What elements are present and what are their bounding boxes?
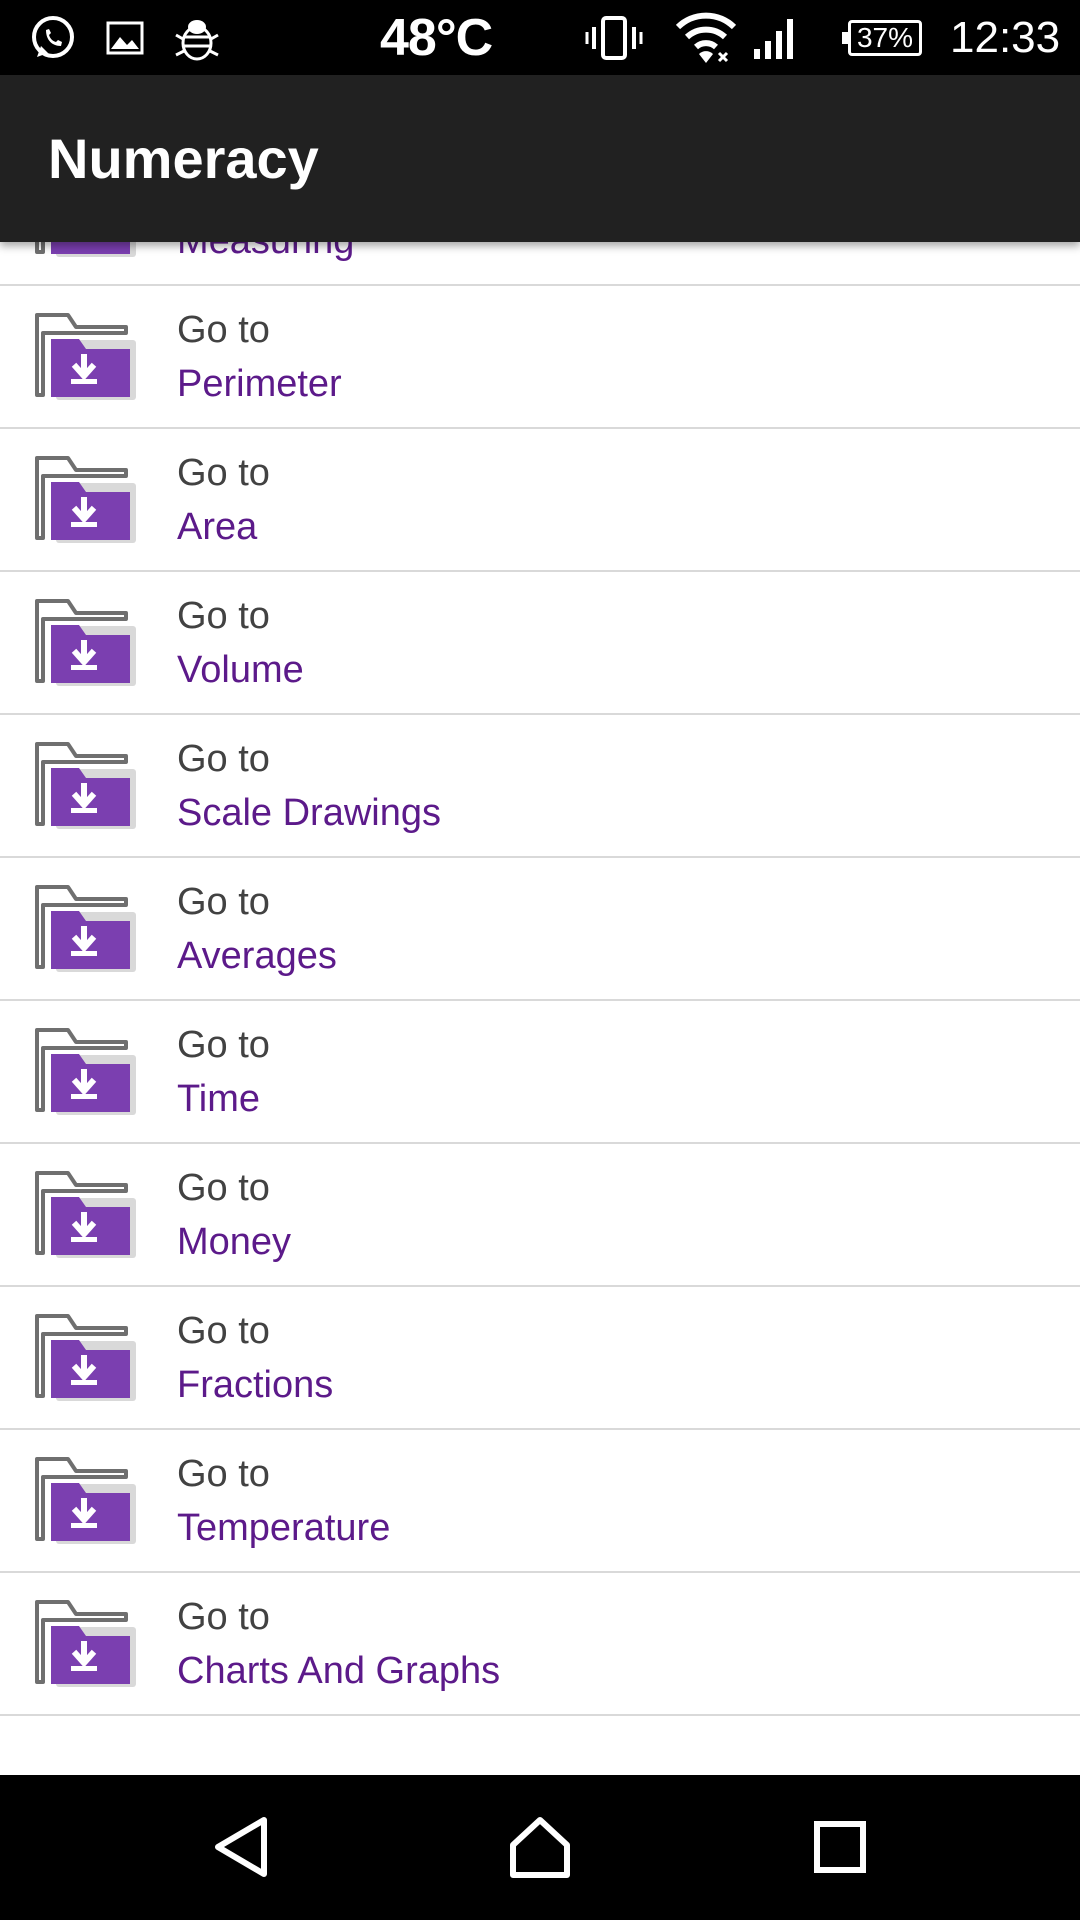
list-item-title: Time [177,1078,261,1120]
list-item-money[interactable]: Go to Money [0,1144,1080,1287]
folder-download-icon [35,599,136,686]
list-item-time[interactable]: Go to Time [0,1001,1080,1144]
app-bar: Numeracy [0,75,1080,242]
battery-level: 37% [842,19,922,56]
list-item-title: Volume [177,649,304,691]
temperature-readout: 48°C [380,8,493,67]
topic-list-items: Go to Measuring Go to Perimeter Go to Ar [0,242,1080,1716]
list-item-measuring[interactable]: Go to Measuring [0,242,1080,286]
wifi-icon [675,0,737,75]
list-item-title: Area [177,506,258,548]
list-item-title: Perimeter [177,363,342,405]
folder-download-icon [35,1600,136,1687]
list-item-prefix: Go to [177,1024,270,1066]
home-icon[interactable] [490,1797,590,1897]
list-item-scale-drawings[interactable]: Go to Scale Drawings [0,715,1080,858]
list-item-prefix: Go to [177,1310,270,1352]
folder-download-icon [35,242,136,257]
gallery-icon [105,0,145,75]
list-item-prefix: Go to [177,1453,270,1495]
list-item-perimeter[interactable]: Go to Perimeter [0,286,1080,429]
signal-icon [752,0,800,75]
folder-download-icon [35,456,136,543]
app-title: Numeracy [48,127,319,190]
bug-icon [174,0,220,75]
list-item-prefix: Go to [177,881,270,923]
list-item-prefix: Go to [177,1596,270,1638]
list-item-prefix: Go to [177,1167,270,1209]
list-item-temperature[interactable]: Go to Temperature [0,1430,1080,1573]
list-item-prefix: Go to [177,738,270,780]
list-item-title: Fractions [177,1364,334,1406]
list-item-title: Money [177,1221,292,1263]
list-item-title: Charts And Graphs [177,1650,501,1692]
folder-download-icon [35,742,136,829]
folder-download-icon [35,1457,136,1544]
list-item-area[interactable]: Go to Area [0,429,1080,572]
clock: 12:33 [950,12,1061,62]
list-item-averages[interactable]: Go to Averages [0,858,1080,1001]
folder-download-icon [35,885,136,972]
topic-list[interactable]: Go to Measuring Go to Perimeter Go to Ar [0,242,1080,1775]
list-item-title: Scale Drawings [177,792,441,834]
vibrate-icon [585,0,643,75]
folder-download-icon [35,1028,136,1115]
list-item-title: Averages [177,935,337,977]
recents-icon[interactable] [790,1797,890,1897]
list-item-fractions[interactable]: Go to Fractions [0,1287,1080,1430]
folder-download-icon [35,1171,136,1258]
list-item-prefix: Go to [177,452,270,494]
list-item-charts-and-graphs[interactable]: Go to Charts And Graphs [0,1573,1080,1716]
list-item-volume[interactable]: Go to Volume [0,572,1080,715]
list-item-title: Measuring [177,242,354,269]
list-item-title: Temperature [177,1507,391,1549]
battery-icon: 37% [842,0,922,75]
folder-download-icon [35,1314,136,1401]
back-icon[interactable] [192,1797,292,1897]
folder-download-icon [35,313,136,400]
whatsapp-icon [28,0,78,75]
list-item-prefix: Go to [177,309,270,351]
navigation-bar [0,1775,1080,1920]
list-item-prefix: Go to [177,595,270,637]
status-bar: 48°C 37% 12:33 [0,0,1080,75]
